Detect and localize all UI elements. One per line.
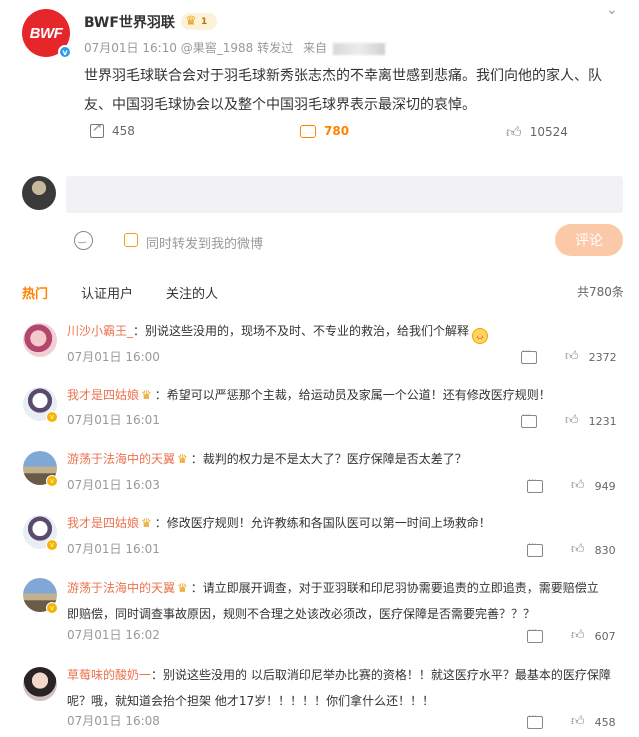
comment-time: 07月01日 16:00 — [67, 350, 160, 364]
comment-text: 别说这些没用的，现场不及时、不专业的救治，给我们个解释 — [145, 324, 470, 338]
verified-icon: v — [58, 45, 72, 59]
avatar-logo-text: BWF — [29, 24, 63, 42]
comment-input[interactable] — [66, 176, 623, 213]
comment-time: 07月01日 16:03 — [67, 478, 160, 492]
comment-body: 草莓味的酸奶一：别说这些没用的 以后取消印尼举办比赛的资格！！就这医疗水平？最基… — [67, 668, 611, 708]
tab-following[interactable]: 关注的人 — [166, 283, 218, 302]
comment-time: 07月01日 16:02 — [67, 628, 160, 642]
crown-icon: ♛ — [141, 388, 152, 402]
tab-hot[interactable]: 热门 — [22, 283, 48, 302]
share-icon — [90, 120, 104, 138]
comment-time: 07月01日 16:01 — [67, 413, 160, 427]
comment-body: 游荡于法海中的天翼 ♛ ：请立即展开调查，对于亚羽联和印尼羽协需要追责的立即追责，需… — [67, 581, 599, 621]
post-meta-text: 07月01日 16:10 @果窖_1988 转发过 — [84, 41, 294, 55]
comment-likes: 2372 — [588, 350, 617, 364]
verified-icon: v — [46, 475, 58, 487]
like-count: 10524 — [529, 125, 568, 139]
verified-icon: v — [46, 602, 58, 614]
reply-icon[interactable] — [521, 411, 537, 428]
crown-icon: ♛ — [177, 581, 188, 595]
comment-body: 游荡于法海中的天翼 ♛ ：裁判的权力是不是太大了？医疗保障是否太差了？ — [67, 452, 467, 466]
comment-body: 我才是四姑娘 ♛ ：修改医疗规则！允许教练和各国队医可以第一时间上场救命！ — [67, 516, 491, 530]
verified-icon: v — [46, 539, 58, 551]
reply-icon[interactable] — [527, 476, 543, 493]
like-button[interactable]: 👍︎ 10524 — [506, 124, 568, 140]
comment-time: 07月01日 16:01 — [67, 542, 160, 556]
post-body: 世界羽毛球联合会对于羽毛球新秀张志杰的不幸离世感到悲痛。我们向他的家人、队友、中… — [84, 68, 602, 113]
comment-icon — [300, 121, 316, 138]
comment-text: 请立即展开调查，对于亚羽联和印尼羽协需要追责的立即追责，需要赔偿立 — [202, 581, 599, 595]
comment-text: 裁判的权力是不是太大了？医疗保障是否太差了？ — [202, 452, 467, 466]
commenter-name[interactable]: 我才是四姑娘 — [67, 516, 139, 530]
reply-icon[interactable] — [521, 347, 537, 364]
comment-likes: 949 — [594, 479, 616, 493]
commenter-name[interactable]: 游荡于法海中的天翼 — [67, 452, 175, 466]
crown-icon: ♛ — [141, 516, 152, 530]
post-source-label: 来自 — [302, 41, 327, 55]
comment-count: 780 — [324, 124, 350, 138]
submit-comment-button[interactable]: 评论 — [555, 224, 623, 256]
commenter-name[interactable]: 草莓味的酸奶一 — [67, 668, 151, 682]
comment-likes: 830 — [594, 543, 616, 557]
chevron-down-icon[interactable]: ⌄ — [606, 2, 618, 18]
blurred-source — [332, 42, 385, 55]
comment-actions: 👍︎ 830 — [527, 540, 616, 558]
share-count: 458 — [112, 124, 135, 138]
comment-actions: 👍︎ 607 — [527, 626, 616, 644]
comment-likes: 607 — [594, 629, 616, 643]
total-comments: 共780条 — [577, 285, 624, 299]
commenter-name[interactable]: 游荡于法海中的天翼 — [67, 581, 175, 595]
comment-text: 修改医疗规则！允许教练和各国队医可以第一时间上场救命！ — [166, 516, 491, 530]
smile-emoji-icon: ◡ — [472, 328, 489, 344]
comment-text: 希望可以严惩那个主裁，给运动员及家属一个公道！还有修改医疗规则！ — [166, 388, 551, 402]
crown-icon: ♛ — [185, 13, 197, 29]
comment-actions: 👍︎ 1231 — [521, 411, 617, 429]
post-meta: 07月01日 16:10 @果窖_1988 转发过 来自 — [84, 39, 385, 56]
member-badge[interactable]: ♛ 1 — [181, 13, 217, 30]
reply-icon[interactable] — [527, 712, 543, 729]
commenter-avatar[interactable] — [23, 667, 57, 701]
repost-checkbox[interactable] — [124, 233, 138, 247]
comment-body: 我才是四姑娘 ♛ ：希望可以严惩那个主裁，给运动员及家属一个公道！还有修改医疗规则！ — [67, 388, 551, 402]
comment-time: 07月01日 16:08 — [67, 714, 160, 728]
comment-actions: 👍︎ 458 — [527, 712, 616, 730]
comment-actions: 👍︎ 2372 — [521, 347, 617, 365]
member-level: 1 — [201, 16, 208, 27]
reply-icon[interactable] — [527, 626, 543, 643]
commenter-name[interactable]: 川沙小霸王_ — [67, 324, 133, 338]
comment-likes: 1231 — [588, 414, 617, 428]
emoji-icon[interactable] — [74, 231, 93, 250]
thumbs-up-icon[interactable]: 👍︎ — [571, 628, 585, 644]
comment-button[interactable]: 780 — [300, 121, 350, 138]
commenter-avatar[interactable] — [23, 323, 57, 357]
comment-text: 别说这些没用的 以后取消印尼举办比赛的资格！！就这医疗水平？最基本的医疗保障 — [163, 668, 611, 682]
thumbs-up-icon[interactable]: 👍︎ — [571, 478, 585, 494]
comment-likes: 458 — [594, 715, 616, 729]
repost-label[interactable]: 同时转发到我的微博 — [146, 233, 263, 252]
thumbs-up-icon[interactable]: 👍︎ — [565, 413, 579, 429]
thumbs-up-icon[interactable]: 👍︎ — [565, 349, 579, 365]
user-avatar — [22, 176, 56, 210]
comment-actions: 👍︎ 949 — [527, 476, 616, 494]
commenter-name[interactable]: 我才是四姑娘 — [67, 388, 139, 402]
thumbs-up-icon[interactable]: 👍︎ — [571, 542, 585, 558]
verified-icon: v — [46, 411, 58, 423]
comment-text-cont: 呢？哦，就知道会抬个担架 他才17岁！！！！！你们拿什么还！！！ — [67, 694, 435, 708]
share-button[interactable]: 458 — [90, 120, 135, 138]
crown-icon: ♛ — [177, 452, 188, 466]
tab-verified-users[interactable]: 认证用户 — [81, 283, 133, 302]
comment-text-cont: 即赔偿，同时调查事故原因，规则不合理之处该改必须改，医疗保障是否需要完善？？？ — [67, 607, 536, 621]
thumbs-up-icon: 👍︎ — [506, 123, 522, 141]
author-name[interactable]: BWF世界羽联 — [84, 12, 175, 32]
reply-icon[interactable] — [527, 540, 543, 557]
thumbs-up-icon[interactable]: 👍︎ — [571, 714, 585, 730]
comment-body: 川沙小霸王_：别说这些没用的，现场不及时、不专业的救治，给我们个解释 ◡ — [67, 318, 489, 344]
